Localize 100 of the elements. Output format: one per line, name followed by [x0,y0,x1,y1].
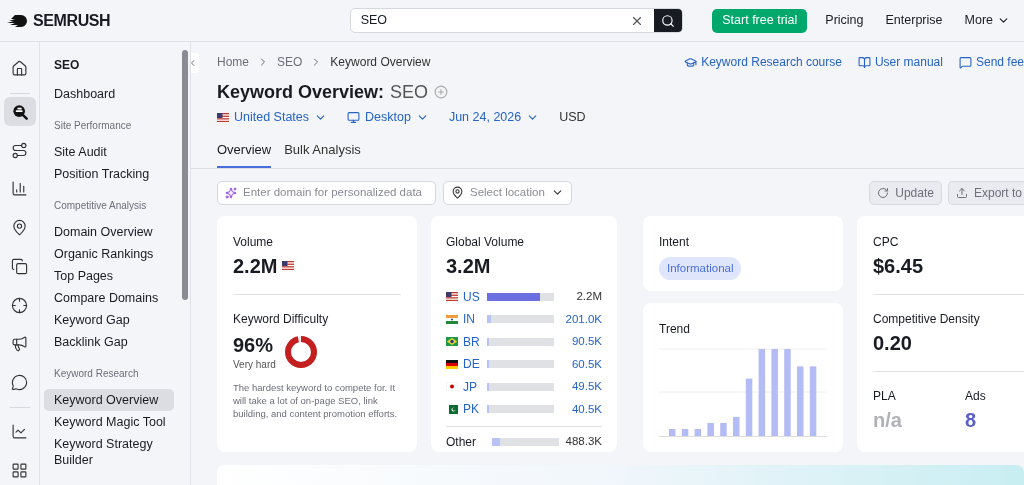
date-select[interactable]: Jun 24, 2026 [448,108,540,127]
sidebar-item[interactable]: Position Tracking [44,163,174,185]
country-code: DE [463,356,481,374]
card-label: Global Volume [446,233,526,251]
book-icon [857,55,871,69]
sidebar-item[interactable]: Keyword Gap [44,309,174,331]
logo-text: SEMRUSH [33,10,111,31]
help-link[interactable]: Keyword Research course [684,53,842,71]
difficulty-ring [283,335,318,369]
card-label: Keyword Difficulty [233,310,330,328]
breadcrumb-link[interactable]: SEO [277,53,303,71]
trend-bar [745,378,753,436]
sidebar-item[interactable]: Site Audit [44,141,174,163]
card-label: Intent [659,233,691,251]
sidebar-item[interactable]: Organic Rankings [44,243,174,265]
flag-icon [446,382,458,392]
map-pin-icon [451,186,464,199]
logo-icon [7,13,29,28]
tab[interactable]: Bulk Analysis [284,140,361,168]
card-label: Ads [965,387,986,405]
currency-text: USD [559,109,586,127]
trend-bar [809,365,817,436]
global-volume-value: 3.2M [446,253,492,279]
country-code: PK [463,401,480,419]
country-code: IN [463,311,476,329]
country-volume: 90.5K [571,334,602,350]
sidebar-title: SEO [53,57,81,74]
search-button[interactable] [654,9,683,32]
more-menu[interactable]: More [964,11,1010,30]
card-label: PLA [873,387,897,405]
flag-icon [446,292,458,302]
sidebar-item[interactable]: Backlink Gap [44,331,174,353]
sidebar-item[interactable]: Keyword Magic Tool [44,411,174,433]
tab[interactable]: Overview [217,140,272,168]
card-label: Competitive Density [873,310,981,328]
scrollbar-thumb[interactable] [182,50,188,300]
country-volume: 60.5K [571,356,602,372]
flag-icon [446,404,458,414]
sidebar-item[interactable]: Dashboard [44,83,174,105]
card-label: CPC [873,233,900,251]
sidebar-item[interactable]: Keyword Overview [44,389,174,411]
keyword-search-icon[interactable] [3,96,36,127]
flag-icon [217,113,229,122]
flag-icon [446,337,458,347]
card-label: Volume [233,233,275,251]
upload-icon [955,186,968,199]
volume-value: 2.2M [233,253,278,279]
difficulty-description: The hardest keyword to compete for. It will take a lot of on-page SEO, link building, and content promotion efforts. [233,380,399,420]
country-volume: 201.0K [565,311,602,327]
ads-value: 8 [965,407,978,433]
sidebar-item[interactable]: Top Pages [44,265,174,287]
help-link[interactable]: User manual [857,53,943,71]
breadcrumb-link[interactable]: Home [217,53,249,71]
difficulty-rating: Very hard [233,357,276,372]
refresh-icon [877,186,890,199]
device-select[interactable]: Desktop [347,108,429,127]
graduation-cap-icon [684,55,698,69]
sidebar-item[interactable]: Compare Domains [44,287,174,309]
sidebar-heading: Competitive Analysis [53,199,148,213]
search-icon [661,13,676,28]
message-icon [958,55,972,69]
sparkle-icon [225,186,237,199]
country-select[interactable]: United States [217,108,328,127]
trend-bar [681,428,689,436]
flag-icon [446,359,458,369]
breadcrumb-link[interactable]: Keyword Overview [330,53,431,71]
country-code: JP [463,378,478,396]
country-code: BR [463,333,481,351]
nav-link[interactable]: Enterprise [885,11,943,30]
sidebar-item[interactable]: Keyword Strategy Builder [44,433,174,471]
page-title: Keyword Overview: [217,80,385,104]
trend-bar [733,416,740,436]
domain-field[interactable]: Enter domain for personalized data [217,180,436,205]
cpc-value: $6.45 [873,253,925,279]
nav-link[interactable]: Pricing [825,11,864,30]
flag-icon [282,261,295,270]
density-value: 0.20 [873,330,913,356]
country-volume: 40.5K [571,401,602,417]
help-link[interactable]: Send fee [958,53,1024,71]
sidebar-heading: Keyword Research [53,367,140,381]
keyword-text: SEO [390,80,429,104]
export-button[interactable]: Export to [947,180,1024,205]
country-code: US [463,288,481,306]
country-volume: 49.5K [571,379,602,395]
trend-bar [797,365,804,436]
country-volume: 2.2M [576,289,602,305]
search-field[interactable]: SEO [349,8,684,33]
update-button[interactable]: Update [869,180,942,205]
sidebar-heading: Site Performance [53,119,133,133]
trend-bar [707,422,714,436]
other-label: Other [446,433,477,451]
monitor-icon [347,111,361,124]
trend-bar [694,428,702,436]
difficulty-value: 96% [233,332,275,357]
pla-value: n/a [873,407,903,433]
intent-tag: Informational [659,256,742,280]
trend-bar [669,428,676,436]
sidebar-item[interactable]: Domain Overview [44,221,174,243]
trend-bar [720,422,727,436]
location-select[interactable]: Select location [443,180,572,205]
